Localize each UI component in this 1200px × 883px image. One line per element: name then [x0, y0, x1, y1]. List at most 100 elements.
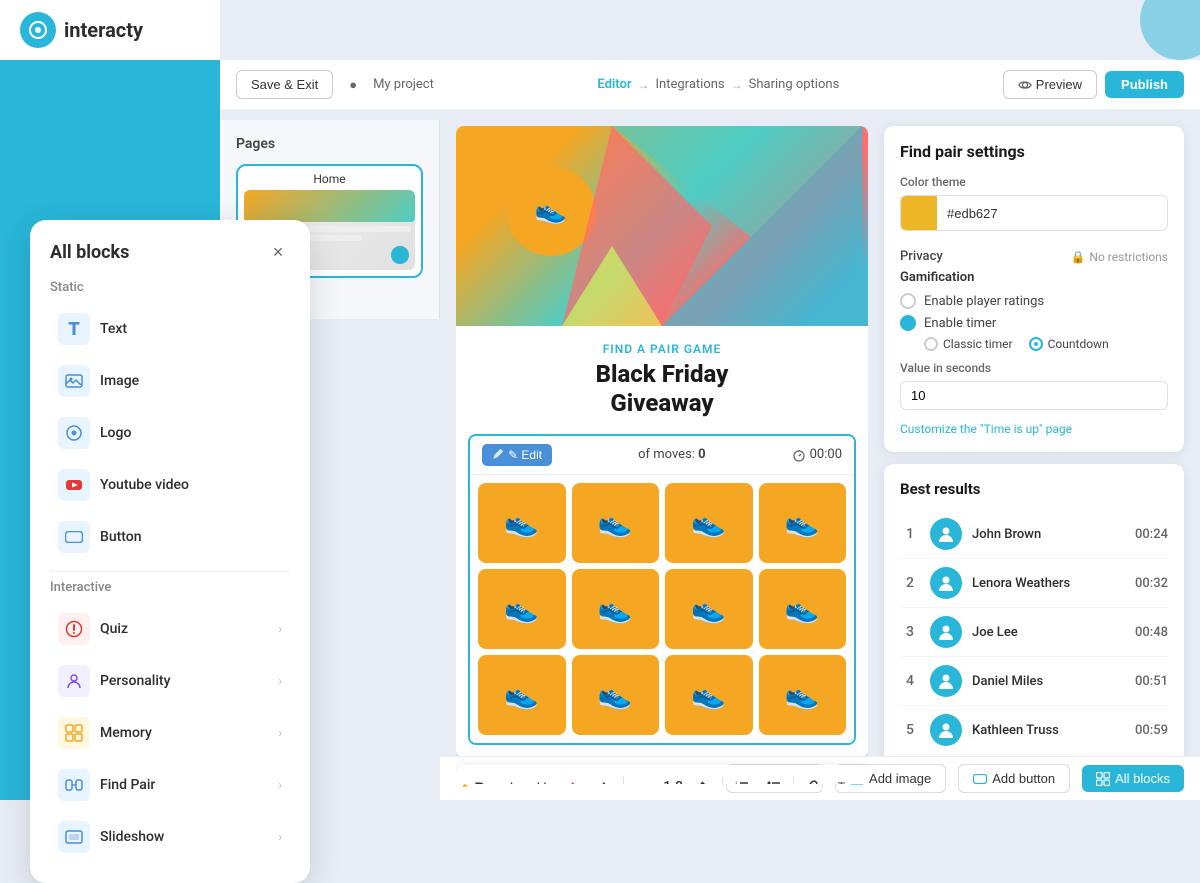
logo-text: interacty [64, 18, 143, 42]
game-card[interactable]: 👟 [572, 483, 660, 563]
block-item-button[interactable]: Button [50, 511, 290, 563]
timer-icon [792, 448, 806, 462]
tab-sharing[interactable]: Sharing options [749, 77, 840, 92]
tab-integrations[interactable]: Integrations [656, 77, 725, 92]
fmt-sep-3 [793, 777, 794, 784]
block-label-slideshow: Slideshow [100, 829, 164, 845]
game-card[interactable]: 👟 [478, 655, 566, 735]
block-item-text[interactable]: T Text [50, 303, 290, 355]
block-item-memory[interactable]: Memory › [50, 707, 290, 759]
personality-icon [58, 665, 90, 697]
countdown-option[interactable]: Countdown [1029, 337, 1109, 351]
card-shoe-1: 👟 [504, 506, 539, 539]
color-swatch[interactable] [901, 196, 937, 230]
game-card[interactable]: 👟 [478, 569, 566, 649]
color-hex-input[interactable]: #edb627 [937, 206, 1167, 221]
block-label-youtube: Youtube video [100, 477, 189, 493]
blocks-panel-header: All blocks × [50, 240, 290, 264]
bold-button[interactable]: B [468, 773, 491, 784]
customize-link[interactable]: Customize the "Time is up" page [900, 422, 1168, 436]
card-shoe-12: 👟 [785, 678, 820, 711]
edit-icon [492, 449, 504, 461]
game-card[interactable]: 👟 [665, 483, 753, 563]
enable-timer-label: Enable timer [924, 316, 996, 331]
block-item-slideshow[interactable]: Slideshow › [50, 811, 290, 863]
ratings-checkbox[interactable] [900, 293, 916, 309]
block-item-quiz[interactable]: Quiz › [50, 603, 290, 655]
edit-game-button[interactable]: ✎ Edit [482, 444, 552, 466]
game-card[interactable]: 👟 [572, 569, 660, 649]
publish-button[interactable]: Publish [1105, 71, 1184, 98]
block-label-personality: Personality [100, 673, 170, 689]
personality-item-left: Personality [58, 665, 170, 697]
moves-label: of moves: 0 [638, 447, 706, 462]
no-restrictions-label: No restrictions [1089, 250, 1168, 264]
all-blocks-button[interactable]: All blocks [1082, 765, 1184, 792]
align-button[interactable]: ≡ [632, 773, 655, 784]
classic-radio[interactable] [924, 337, 938, 351]
settings-panel: Find pair settings Color theme #edb627 P… [884, 126, 1184, 452]
quiz-item-left: Quiz [58, 613, 128, 645]
lock-icon: 🔒 [1070, 250, 1085, 264]
line-height-stepper[interactable]: ⬆ [691, 773, 714, 784]
block-item-findpair[interactable]: Find Pair › [50, 759, 290, 811]
timer-type-row: Classic timer Countdown [924, 337, 1168, 351]
no-restrictions: 🔒 No restrictions [1070, 250, 1168, 264]
clear-format-button[interactable]: Tx [833, 773, 856, 784]
link-button[interactable] [802, 773, 825, 784]
close-blocks-button[interactable]: × [266, 240, 290, 264]
block-label-text: Text [100, 321, 127, 337]
name-2: Lenora Weathers [972, 576, 1125, 591]
timer-checkbox[interactable] [900, 315, 916, 331]
privacy-row: Privacy 🔒 No restrictions [900, 243, 1168, 270]
blocks-panel: All blocks × Static T Text Image Logo Yo… [30, 220, 310, 883]
quiz-icon [58, 613, 90, 645]
ordered-list-button[interactable]: 123 [731, 773, 754, 784]
game-title-line2: Giveaway [610, 389, 713, 417]
game-card[interactable]: 👟 [572, 655, 660, 735]
preview-button[interactable]: Preview [1003, 70, 1097, 99]
decorative-circle-1 [1140, 0, 1200, 60]
rank-2: 2 [900, 575, 920, 591]
result-row-3: 3 Joe Lee 00:48 [900, 608, 1168, 657]
enable-ratings-row[interactable]: Enable player ratings [900, 293, 1168, 309]
unordered-list-button[interactable] [762, 773, 785, 784]
block-item-personality[interactable]: Personality › [50, 655, 290, 707]
rank-3: 3 [900, 624, 920, 640]
tab-editor[interactable]: Editor [597, 77, 631, 92]
card-shoe-11: 👟 [691, 678, 726, 711]
color-input-row: #edb627 [900, 195, 1168, 231]
italic-button[interactable]: I [499, 773, 522, 784]
seconds-input[interactable]: 10 [900, 381, 1168, 410]
rank-4: 4 [900, 673, 920, 689]
game-container: ✎ Edit of moves: 0 00:00 👟 [468, 434, 856, 745]
timer-value: 00:00 [810, 447, 842, 462]
highlight-button[interactable]: A̲ [592, 773, 615, 784]
game-card[interactable]: 👟 [759, 569, 847, 649]
save-exit-button[interactable]: Save & Exit [236, 70, 333, 99]
add-button-button[interactable]: Add button [958, 764, 1070, 793]
classic-timer-option[interactable]: Classic timer [924, 337, 1013, 351]
card-shoe-3: 👟 [691, 506, 726, 539]
underline-button[interactable]: U [530, 773, 553, 784]
personality-arrow: › [278, 674, 282, 688]
main-canvas: 👟 FIND A PAIR GAME Black Friday [440, 110, 1200, 800]
countdown-label: Countdown [1048, 337, 1109, 351]
enable-timer-row[interactable]: Enable timer [900, 315, 1168, 331]
page-indicator-dot [391, 246, 409, 264]
canvas-hero: 👟 [456, 126, 868, 326]
game-card[interactable]: 👟 [759, 483, 847, 563]
block-item-youtube[interactable]: Youtube video [50, 459, 290, 511]
game-subtitle: FIND A PAIR GAME [472, 342, 852, 356]
game-card[interactable]: 👟 [665, 655, 753, 735]
game-card[interactable]: 👟 [478, 483, 566, 563]
block-item-image[interactable]: Image [50, 355, 290, 407]
name-4: Daniel Miles [972, 674, 1125, 689]
countdown-radio[interactable] [1029, 337, 1043, 351]
text-color-button[interactable]: A [561, 773, 584, 784]
game-card[interactable]: 👟 [665, 569, 753, 649]
card-shoe-9: 👟 [504, 678, 539, 711]
game-card[interactable]: 👟 [759, 655, 847, 735]
block-item-logo[interactable]: Logo [50, 407, 290, 459]
format-toolbar: B I U A A̲ ≡ 1.8 ⬆ 123 [456, 765, 868, 784]
